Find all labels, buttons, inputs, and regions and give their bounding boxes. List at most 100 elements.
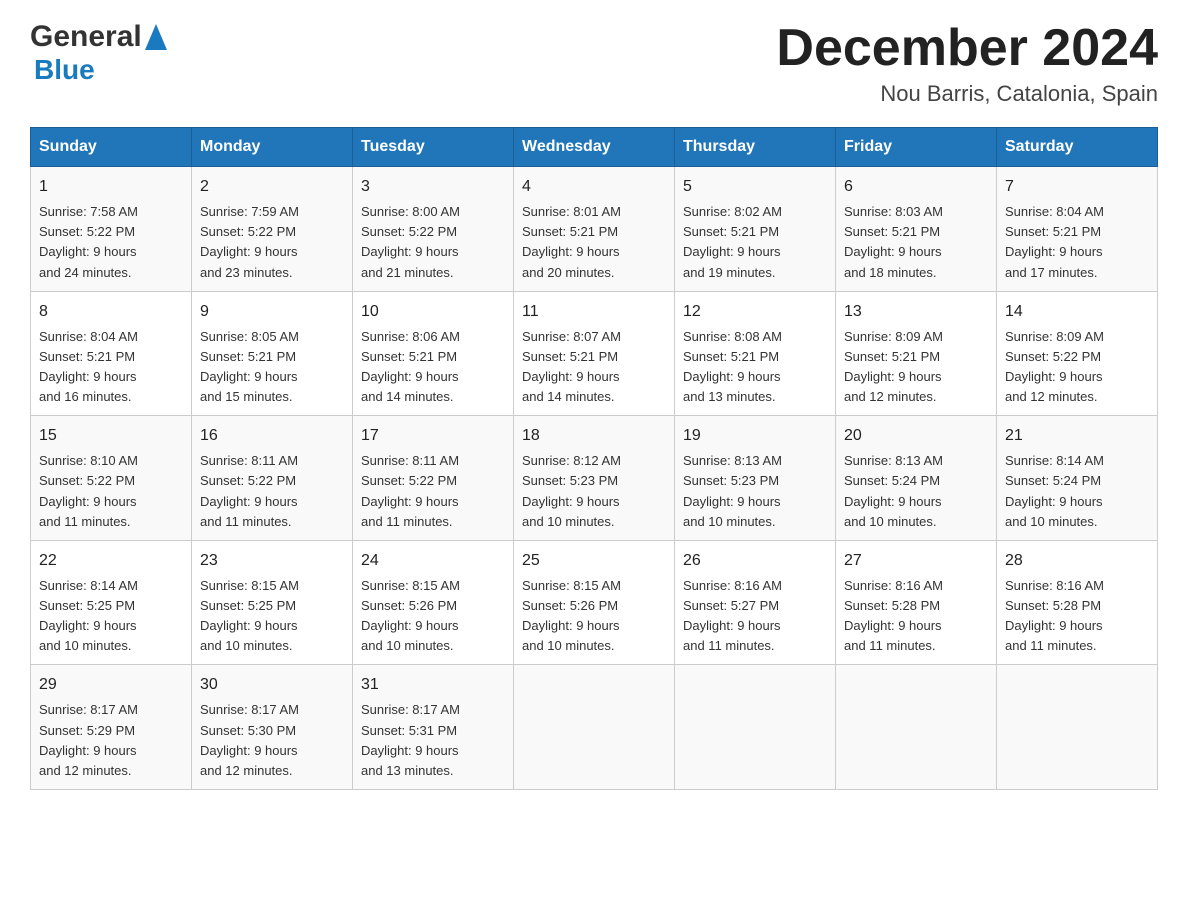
day-info: Sunrise: 8:07 AM Sunset: 5:21 PM Dayligh… xyxy=(522,327,666,408)
day-cell: 4Sunrise: 8:01 AM Sunset: 5:21 PM Daylig… xyxy=(514,167,675,292)
day-info: Sunrise: 8:17 AM Sunset: 5:31 PM Dayligh… xyxy=(361,700,505,781)
day-info: Sunrise: 8:13 AM Sunset: 5:24 PM Dayligh… xyxy=(844,451,988,532)
day-cell: 19 Sunrise: 8:13 AM Sunset: 5:23 PM Dayli… xyxy=(675,416,836,541)
day-number: 4 xyxy=(522,175,666,199)
day-number: 30 xyxy=(200,673,344,697)
day-info: Sunrise: 8:16 AM Sunset: 5:28 PM Dayligh… xyxy=(1005,576,1149,657)
day-number: 25 xyxy=(522,549,666,573)
day-number: 10 xyxy=(361,300,505,324)
day-number: 9 xyxy=(200,300,344,324)
day-number: 24 xyxy=(361,549,505,573)
day-info: Sunrise: 8:15 AM Sunset: 5:26 PM Dayligh… xyxy=(361,576,505,657)
day-cell xyxy=(675,665,836,790)
day-info: Sunrise: 8:02 AM Sunset: 5:21 PM Dayligh… xyxy=(683,202,827,283)
day-info: Sunrise: 8:11 AM Sunset: 5:22 PM Dayligh… xyxy=(361,451,505,532)
logo-blue-text: Blue xyxy=(34,54,95,86)
day-cell xyxy=(997,665,1158,790)
calendar-table: SundayMondayTuesdayWednesdayThursdayFrid… xyxy=(30,127,1158,790)
day-cell: 21Sunrise: 8:14 AM Sunset: 5:24 PM Dayli… xyxy=(997,416,1158,541)
day-cell: 6Sunrise: 8:03 AM Sunset: 5:21 PM Daylig… xyxy=(836,167,997,292)
week-row-3: 15Sunrise: 8:10 AM Sunset: 5:22 PM Dayli… xyxy=(31,416,1158,541)
day-cell: 31 Sunrise: 8:17 AM Sunset: 5:31 PM Dayli… xyxy=(353,665,514,790)
title-area: December 2024 Nou Barris, Catalonia, Spa… xyxy=(776,20,1158,107)
day-info: Sunrise: 8:13 AM Sunset: 5:23 PM Dayligh… xyxy=(683,451,827,532)
day-number: 14 xyxy=(1005,300,1149,324)
day-number: 21 xyxy=(1005,424,1149,448)
day-info: Sunrise: 8:00 AM Sunset: 5:22 PM Dayligh… xyxy=(361,202,505,283)
day-cell: 16Sunrise: 8:11 AM Sunset: 5:22 PM Dayli… xyxy=(192,416,353,541)
day-info: Sunrise: 8:15 AM Sunset: 5:26 PM Dayligh… xyxy=(522,576,666,657)
column-header-thursday: Thursday xyxy=(675,128,836,167)
day-info: Sunrise: 8:12 AM Sunset: 5:23 PM Dayligh… xyxy=(522,451,666,532)
day-number: 23 xyxy=(200,549,344,573)
day-cell: 24 Sunrise: 8:15 AM Sunset: 5:26 PM Dayli… xyxy=(353,540,514,665)
day-number: 28 xyxy=(1005,549,1149,573)
column-header-tuesday: Tuesday xyxy=(353,128,514,167)
day-cell: 18 Sunrise: 8:12 AM Sunset: 5:23 PM Dayli… xyxy=(514,416,675,541)
day-cell xyxy=(836,665,997,790)
logo: General Blue xyxy=(30,20,167,86)
day-cell: 11Sunrise: 8:07 AM Sunset: 5:21 PM Dayli… xyxy=(514,291,675,416)
day-cell: 7Sunrise: 8:04 AM Sunset: 5:21 PM Daylig… xyxy=(997,167,1158,292)
day-info: Sunrise: 7:58 AM Sunset: 5:22 PM Dayligh… xyxy=(39,202,183,283)
day-info: Sunrise: 8:17 AM Sunset: 5:29 PM Dayligh… xyxy=(39,700,183,781)
day-cell xyxy=(514,665,675,790)
day-info: Sunrise: 8:11 AM Sunset: 5:22 PM Dayligh… xyxy=(200,451,344,532)
day-cell: 17 Sunrise: 8:11 AM Sunset: 5:22 PM Dayli… xyxy=(353,416,514,541)
day-number: 6 xyxy=(844,175,988,199)
day-number: 13 xyxy=(844,300,988,324)
day-info: Sunrise: 8:14 AM Sunset: 5:25 PM Dayligh… xyxy=(39,576,183,657)
day-cell: 2Sunrise: 7:59 AM Sunset: 5:22 PM Daylig… xyxy=(192,167,353,292)
day-number: 20 xyxy=(844,424,988,448)
day-number: 17 xyxy=(361,424,505,448)
day-number: 15 xyxy=(39,424,183,448)
week-row-1: 1 Sunrise: 7:58 AM Sunset: 5:22 PM Daylig… xyxy=(31,167,1158,292)
day-number: 22 xyxy=(39,549,183,573)
day-info: Sunrise: 8:09 AM Sunset: 5:22 PM Dayligh… xyxy=(1005,327,1149,408)
day-number: 19 xyxy=(683,424,827,448)
day-number: 2 xyxy=(200,175,344,199)
day-info: Sunrise: 8:16 AM Sunset: 5:27 PM Dayligh… xyxy=(683,576,827,657)
day-cell: 14 Sunrise: 8:09 AM Sunset: 5:22 PM Dayli… xyxy=(997,291,1158,416)
day-info: Sunrise: 8:04 AM Sunset: 5:21 PM Dayligh… xyxy=(1005,202,1149,283)
day-cell: 26Sunrise: 8:16 AM Sunset: 5:27 PM Dayli… xyxy=(675,540,836,665)
day-cell: 1 Sunrise: 7:58 AM Sunset: 5:22 PM Daylig… xyxy=(31,167,192,292)
column-header-monday: Monday xyxy=(192,128,353,167)
day-number: 3 xyxy=(361,175,505,199)
day-info: Sunrise: 8:15 AM Sunset: 5:25 PM Dayligh… xyxy=(200,576,344,657)
week-row-2: 8 Sunrise: 8:04 AM Sunset: 5:21 PM Daylig… xyxy=(31,291,1158,416)
day-cell: 25 Sunrise: 8:15 AM Sunset: 5:26 PM Dayli… xyxy=(514,540,675,665)
day-info: Sunrise: 8:05 AM Sunset: 5:21 PM Dayligh… xyxy=(200,327,344,408)
day-cell: 9 Sunrise: 8:05 AM Sunset: 5:21 PM Daylig… xyxy=(192,291,353,416)
day-number: 31 xyxy=(361,673,505,697)
page-header: General Blue December 2024 Nou Barris, C… xyxy=(30,20,1158,107)
day-cell: 22 Sunrise: 8:14 AM Sunset: 5:25 PM Dayli… xyxy=(31,540,192,665)
day-info: Sunrise: 8:09 AM Sunset: 5:21 PM Dayligh… xyxy=(844,327,988,408)
day-number: 8 xyxy=(39,300,183,324)
day-cell: 20 Sunrise: 8:13 AM Sunset: 5:24 PM Dayli… xyxy=(836,416,997,541)
day-cell: 13 Sunrise: 8:09 AM Sunset: 5:21 PM Dayli… xyxy=(836,291,997,416)
logo-triangle-icon xyxy=(145,24,167,50)
column-header-sunday: Sunday xyxy=(31,128,192,167)
day-cell: 23 Sunrise: 8:15 AM Sunset: 5:25 PM Dayli… xyxy=(192,540,353,665)
month-title: December 2024 xyxy=(776,20,1158,77)
day-cell: 5 Sunrise: 8:02 AM Sunset: 5:21 PM Daylig… xyxy=(675,167,836,292)
day-info: Sunrise: 8:08 AM Sunset: 5:21 PM Dayligh… xyxy=(683,327,827,408)
day-cell: 15Sunrise: 8:10 AM Sunset: 5:22 PM Dayli… xyxy=(31,416,192,541)
day-number: 18 xyxy=(522,424,666,448)
day-number: 5 xyxy=(683,175,827,199)
calendar-header-row: SundayMondayTuesdayWednesdayThursdayFrid… xyxy=(31,128,1158,167)
logo-general-text: General xyxy=(30,20,142,54)
day-cell: 3 Sunrise: 8:00 AM Sunset: 5:22 PM Daylig… xyxy=(353,167,514,292)
day-info: Sunrise: 8:16 AM Sunset: 5:28 PM Dayligh… xyxy=(844,576,988,657)
day-number: 12 xyxy=(683,300,827,324)
day-cell: 30Sunrise: 8:17 AM Sunset: 5:30 PM Dayli… xyxy=(192,665,353,790)
day-cell: 27 Sunrise: 8:16 AM Sunset: 5:28 PM Dayli… xyxy=(836,540,997,665)
day-number: 1 xyxy=(39,175,183,199)
column-header-saturday: Saturday xyxy=(997,128,1158,167)
column-header-friday: Friday xyxy=(836,128,997,167)
day-info: Sunrise: 8:04 AM Sunset: 5:21 PM Dayligh… xyxy=(39,327,183,408)
day-number: 27 xyxy=(844,549,988,573)
day-number: 29 xyxy=(39,673,183,697)
location-title: Nou Barris, Catalonia, Spain xyxy=(776,81,1158,107)
